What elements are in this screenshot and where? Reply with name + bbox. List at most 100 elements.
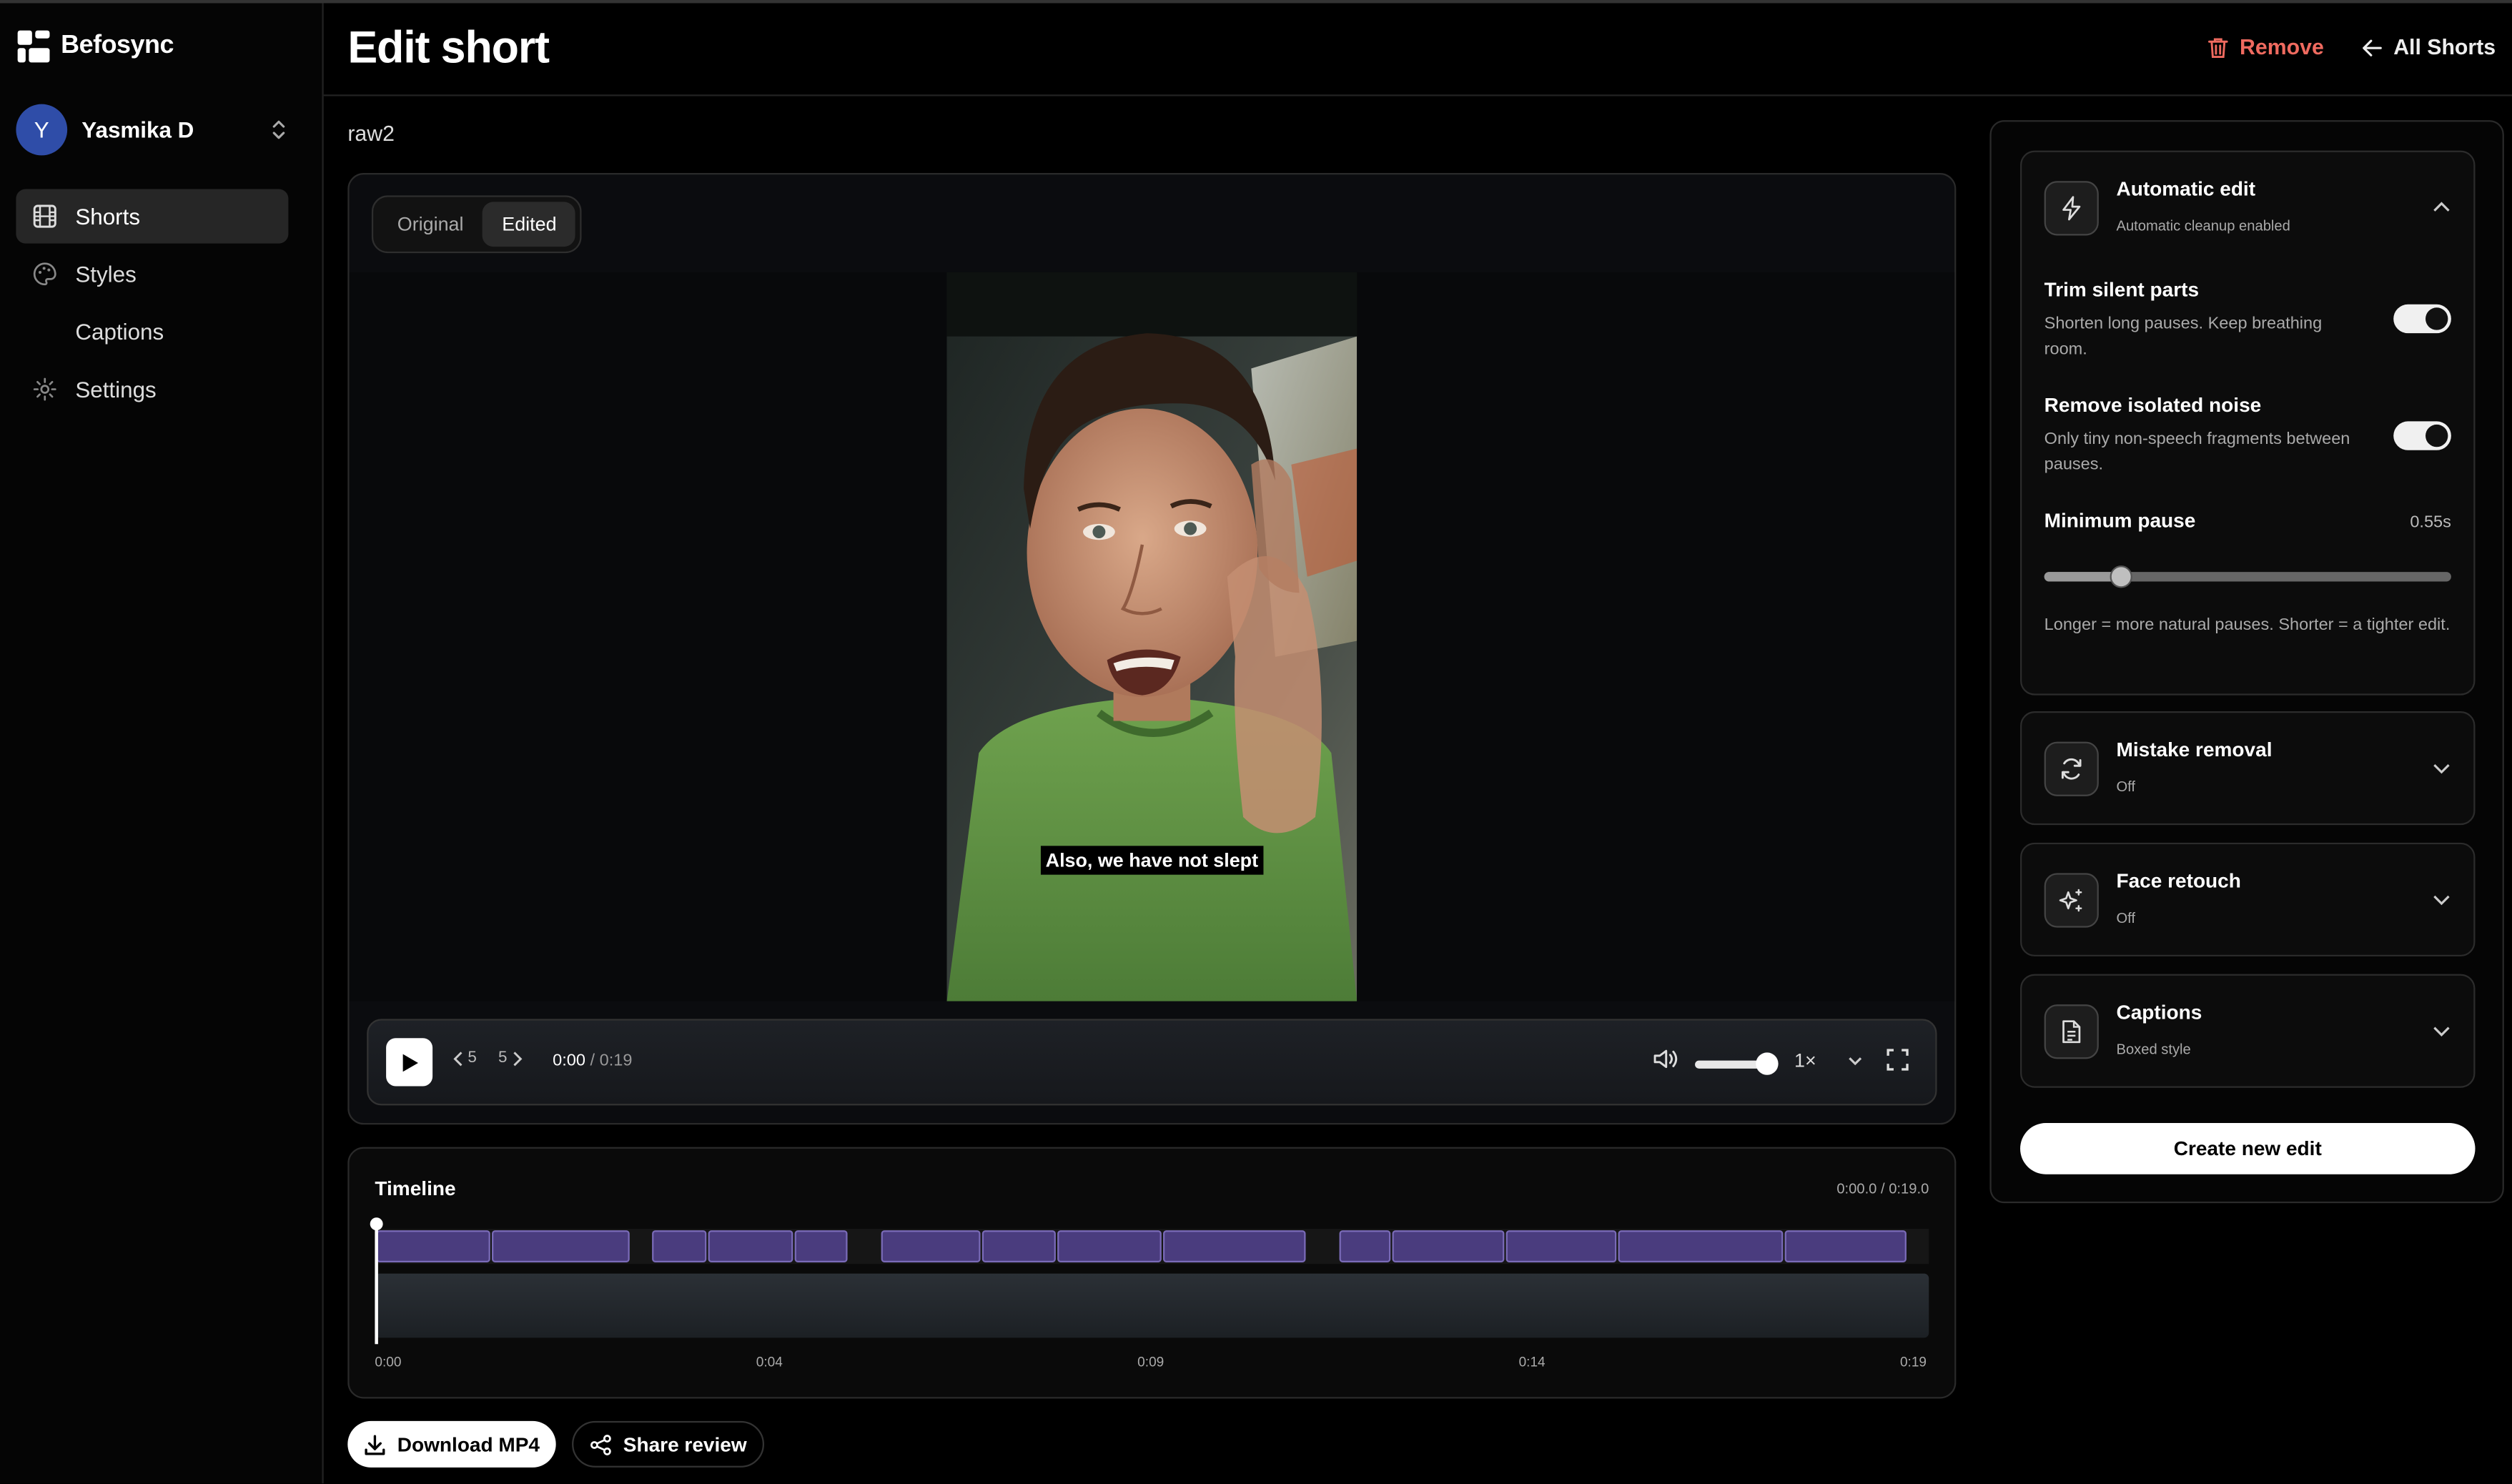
trim-silent-title: Trim silent parts (2044, 278, 2200, 302)
timeline-clip[interactable] (652, 1230, 707, 1262)
app-name: Befosync (61, 31, 174, 59)
document-icon (2044, 1004, 2099, 1059)
account-switcher[interactable]: Y Yasmika D (16, 102, 304, 157)
nav-item-shorts[interactable]: Shorts (16, 189, 289, 244)
nav-label-styles: Styles (75, 261, 137, 287)
user-name: Yasmika D (81, 117, 194, 143)
chevron-left-icon (453, 1051, 463, 1066)
timeline-clip[interactable] (1163, 1230, 1306, 1262)
chevron-down-icon[interactable] (2432, 894, 2451, 907)
nav-label-captions: Captions (75, 318, 164, 345)
chevrons-up-down-icon (272, 120, 285, 139)
arrow-left-icon (2363, 39, 2382, 56)
play-button[interactable] (386, 1038, 433, 1087)
automatic-edit-subtitle: Automatic cleanup enabled (2116, 217, 2290, 234)
volume-slider-handle[interactable] (1756, 1052, 1779, 1075)
timeline-clip[interactable] (981, 1230, 1056, 1262)
sparkles-icon (2044, 873, 2099, 928)
nav-item-captions[interactable]: Captions (16, 305, 288, 359)
trim-silent-toggle[interactable] (2393, 304, 2451, 334)
all-shorts-label: All Shorts (2393, 35, 2496, 59)
timeline-clip[interactable] (1339, 1230, 1391, 1262)
remove-noise-desc: Only tiny non-speech fragments between p… (2044, 429, 2350, 475)
captions-card[interactable]: Captions Boxed style (2020, 974, 2476, 1088)
captions-status: Boxed style (2116, 1041, 2191, 1058)
share-icon (590, 1434, 611, 1455)
sidebar: Befosync Y Yasmika D Shorts Styles Capti… (0, 3, 324, 1484)
timeline-tick: 0:00 (375, 1353, 402, 1370)
tab-edited[interactable]: Edited (483, 202, 576, 247)
all-shorts-button[interactable]: All Shorts (2361, 35, 2496, 59)
timeline-clip[interactable] (708, 1230, 793, 1262)
time-total: / 0:19 (590, 1051, 633, 1071)
trash-icon (2208, 37, 2228, 57)
timeline-playhead-handle[interactable] (370, 1217, 383, 1231)
skip-back-label: 5 (468, 1049, 477, 1067)
time-current: 0:00 (553, 1051, 585, 1071)
chevron-down-icon[interactable] (2432, 763, 2451, 776)
minimum-pause-value: 0.55s (2410, 513, 2451, 533)
timeline-tick: 0:04 (756, 1353, 783, 1370)
view-toggle: Original Edited (371, 195, 583, 254)
video-viewport[interactable]: Also, we have not slept (349, 272, 1955, 1001)
gear-icon (33, 377, 56, 401)
trim-silent-desc: Shorten long pauses. Keep breathing room… (2044, 314, 2323, 360)
logo-icon (17, 30, 50, 63)
create-new-edit-button[interactable]: Create new edit (2020, 1123, 2476, 1174)
timeline-clip[interactable] (1618, 1230, 1784, 1262)
minimum-pause-slider[interactable] (2044, 565, 2451, 588)
timeline-waveform-track[interactable] (375, 1273, 1929, 1338)
app-logo[interactable]: Befosync (16, 29, 174, 64)
video-frame[interactable]: Also, we have not slept (946, 272, 1358, 1001)
timeline-clip[interactable] (1784, 1230, 1907, 1262)
remove-noise-toggle[interactable] (2393, 421, 2451, 450)
mistake-removal-title: Mistake removal (2116, 738, 2273, 761)
nav-label-settings: Settings (75, 376, 157, 402)
chevron-up-icon[interactable] (2432, 200, 2451, 213)
timeline-clip[interactable] (492, 1230, 630, 1262)
refresh-icon (2044, 741, 2099, 796)
timeline-playhead[interactable] (375, 1222, 378, 1345)
remove-button[interactable]: Remove (2207, 35, 2324, 59)
timeline-clip-strip[interactable] (375, 1228, 1929, 1265)
player-controls: 5 5 0:00 / 0:19 1× (367, 1019, 1937, 1106)
download-label: Download MP4 (397, 1433, 540, 1456)
minimum-pause-label: Minimum pause (2044, 509, 2196, 533)
timeline-time: 0:00.0 / 0:19.0 (1836, 1180, 1929, 1197)
timeline-clip[interactable] (1392, 1230, 1505, 1262)
playback-speed[interactable]: 1× (1794, 1049, 1816, 1072)
mistake-removal-status: Off (2116, 778, 2136, 795)
nav-item-settings[interactable]: Settings (16, 362, 288, 416)
skip-back-button[interactable]: 5 (453, 1049, 477, 1067)
edit-settings-panel: Automatic edit Automatic cleanup enabled… (1989, 120, 2504, 1204)
timeline-clip[interactable] (881, 1230, 981, 1262)
skip-forward-button[interactable]: 5 (498, 1049, 522, 1067)
film-icon (33, 204, 56, 228)
share-review-button[interactable]: Share review (572, 1420, 765, 1468)
mistake-removal-card[interactable]: Mistake removal Off (2020, 711, 2476, 826)
timeline-clip[interactable] (794, 1230, 848, 1262)
tab-original[interactable]: Original (378, 202, 483, 247)
chevron-down-icon[interactable] (2432, 1025, 2451, 1038)
face-retouch-card[interactable]: Face retouch Off (2020, 842, 2476, 956)
timeline-clip[interactable] (1505, 1230, 1617, 1262)
timeline-clip[interactable] (376, 1230, 490, 1262)
captions-title: Captions (2116, 1001, 2202, 1024)
avatar: Y (16, 104, 68, 156)
main-nav: Shorts Styles Captions Settings (16, 189, 289, 420)
play-icon (402, 1053, 417, 1072)
bolt-icon (2044, 181, 2099, 236)
timeline-clip[interactable] (1057, 1230, 1162, 1262)
fullscreen-icon[interactable] (1886, 1048, 1910, 1072)
caption-overlay: Also, we have not slept (1040, 846, 1263, 875)
video-frame-image (946, 272, 1358, 1001)
volume-icon[interactable] (1653, 1048, 1679, 1070)
timeline-tick: 0:14 (1518, 1353, 1546, 1370)
video-player: Original Edited Also, we have not slept … (347, 173, 1957, 1125)
remove-noise-title: Remove isolated noise (2044, 394, 2262, 417)
nav-item-styles[interactable]: Styles (16, 247, 288, 301)
automatic-edit-title: Automatic edit (2116, 177, 2256, 201)
chevron-down-icon[interactable] (1846, 1051, 1865, 1070)
minimum-pause-slider-handle[interactable] (2110, 565, 2132, 588)
download-mp4-button[interactable]: Download MP4 (347, 1420, 556, 1468)
